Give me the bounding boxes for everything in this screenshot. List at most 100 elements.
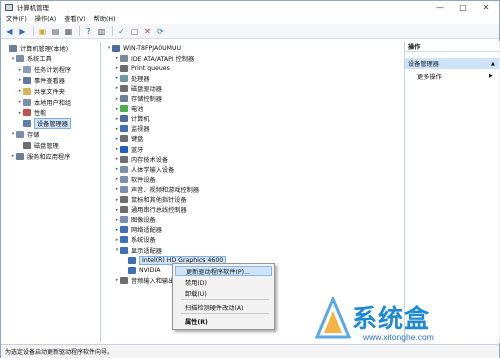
device-tree-label: 内存技术设备 [131, 156, 169, 164]
device-tree-label: 通用串行总线控制器 [131, 207, 187, 215]
device-icon [120, 185, 128, 193]
device-icon [23, 109, 31, 117]
nav-tree-item[interactable]: ▸ 本地用户和组 [17, 97, 71, 107]
device-icon [128, 256, 136, 264]
nav-tree-item[interactable]: ▾ 系统工具 [10, 54, 52, 64]
nav-tree-label: 磁盘管理 [34, 142, 59, 150]
restore-button[interactable]: □ [452, 1, 474, 13]
device-icon [120, 115, 128, 123]
computer-management-icon [5, 3, 13, 11]
device-tree-label: 磁盘驱动器 [131, 85, 162, 93]
nav-tree-item[interactable]: ▸ 性能 [17, 108, 46, 118]
device-tree-item[interactable]: ▸ 内存技术设备 [114, 154, 168, 164]
scan-hardware-icon[interactable]: ⟳ [155, 26, 166, 37]
device-icon [112, 44, 120, 52]
back-arrow-icon[interactable]: ◀ [4, 26, 15, 37]
forward-arrow-icon[interactable]: ▶ [17, 26, 28, 37]
menu-separator [181, 313, 269, 314]
nav-tree-item[interactable]: ▸ 共享文件夹 [17, 86, 65, 96]
computer-management-window: 计算机管理 — □ ✕ 文件(F) 操作(A) 查看(V) 帮助(H) ◀ ▶ … [0, 0, 500, 358]
device-icon [120, 105, 128, 113]
nav-tree-label: 任务计划程序 [34, 67, 72, 75]
device-tree-label: 软件设备 [131, 176, 156, 184]
menu-action[interactable]: 操作(A) [35, 14, 56, 23]
device-tree-item[interactable]: ▸ 计算机 [114, 114, 150, 124]
device-tree-item[interactable]: ▸ 电池 [114, 104, 143, 114]
nav-tree-item[interactable]: 设备管理器 [17, 118, 71, 130]
device-tree-label: 键盘 [131, 136, 144, 144]
nav-tree-item[interactable]: ▸ 服务和应用程序 [10, 151, 70, 161]
nav-tree-item[interactable]: 计算机管理(本地) [3, 43, 68, 53]
device-tree-label: 显示适配器 [131, 247, 162, 255]
device-tree-item[interactable]: ▸ 声音、视频和游戏控制器 [114, 184, 199, 194]
update-driver-icon[interactable]: ✓ [116, 26, 127, 37]
watermark: 系统盒 www.xitonghe.com [315, 297, 500, 347]
nav-tree-label: 服务和应用程序 [27, 153, 71, 161]
device-tree-item[interactable]: ▸ 图像设备 [114, 215, 156, 225]
device-tree-item[interactable]: ▸ 通用串行总线控制器 [114, 205, 187, 215]
actions-device-manager[interactable]: 设备管理器 ▲ [405, 58, 499, 69]
device-tree-label: 声音、视频和游戏控制器 [131, 186, 200, 194]
device-icon [23, 76, 31, 84]
up-folder-icon[interactable]: ▣ [37, 26, 48, 37]
context-menu: 更新驱动程序软件(P)... 禁用(D) 卸载(U) 扫描检测硬件改动(A) 属性(R) [172, 263, 275, 330]
device-tree-item[interactable]: ▸ 存储控制器 [114, 94, 162, 104]
console-tree-pane: 计算机管理(本地) ▾ 系统工具 ▸ 任务计划程序 ▸ 事件查看器 ▸ 共享文件夹 ▸ 本地用户和组… [1, 41, 101, 343]
console-view-icon[interactable]: ▥ [96, 26, 107, 37]
update-driver-menuitem[interactable]: 更新驱动程序软件(P)... [175, 266, 272, 276]
device-icon [120, 64, 128, 72]
menu-file[interactable]: 文件(F) [6, 14, 27, 23]
properties-icon[interactable]: ▦ [63, 26, 74, 37]
device-tree-item[interactable]: ▸ 处理器 [114, 73, 150, 83]
nav-tree-label: 计算机管理(本地) [20, 45, 69, 53]
device-tree-label: 网络适配器 [131, 227, 162, 235]
device-tree-item[interactable]: ▸ 蓝牙 [114, 144, 143, 154]
menu-view[interactable]: 查看(V) [64, 14, 85, 23]
menu-separator [181, 299, 269, 300]
menu-help[interactable]: 帮助(H) [94, 14, 116, 23]
nav-tree-item[interactable]: ▸ 任务计划程序 [17, 65, 71, 75]
close-button[interactable]: ✕ [475, 1, 497, 13]
device-tree-item[interactable]: ▸ 软件设备 [114, 174, 156, 184]
nav-tree-label: 共享文件夹 [34, 88, 65, 96]
title-bar: 计算机管理 — □ ✕ [1, 1, 499, 13]
device-icon [128, 266, 136, 274]
show-hide-tree-icon[interactable]: ▤ [50, 26, 61, 37]
scan-hardware-menuitem[interactable]: 扫描检测硬件改动(A) [175, 302, 272, 312]
device-tree-item[interactable]: ▸ 鼠标和其他指针设备 [114, 195, 187, 205]
device-icon [23, 87, 31, 95]
nav-tree-item[interactable]: ▸ 事件查看器 [17, 75, 65, 85]
uninstall-menuitem[interactable]: 卸载(U) [175, 288, 272, 298]
device-tree-item[interactable]: ▸ Print queues [114, 63, 170, 73]
uninstall-device-icon[interactable]: ✕ [142, 26, 153, 37]
device-tree-item[interactable]: ▾ WIN-T8FPJA0UMUU [106, 43, 181, 53]
device-tree-item[interactable]: ▾ 显示适配器 [114, 245, 162, 255]
device-tree-item[interactable]: ▸ 监视器 [114, 124, 150, 134]
device-tree-label: 监视器 [131, 126, 150, 134]
disable-menuitem[interactable]: 禁用(D) [175, 277, 272, 287]
nav-tree-item[interactable]: 磁盘管理 [17, 140, 59, 150]
device-tree-label: WIN-T8FPJA0UMUU [123, 44, 182, 52]
device-tree-item[interactable]: ▸ IDE ATA/ATAPI 控制器 [114, 53, 194, 63]
more-actions[interactable]: 更多操作 ▶ [417, 71, 493, 81]
device-icon [23, 98, 31, 106]
toolbar: ◀ ▶ ▣ ▤ ▦ ? ▥ ✓ ▢ ✕ ⟳ [1, 24, 499, 39]
device-tree-item[interactable]: ▸ 键盘 [114, 134, 143, 144]
device-tree-label: 电池 [131, 106, 144, 114]
properties-menuitem[interactable]: 属性(R) [175, 316, 272, 326]
device-tree-label: 鼠标和其他指针设备 [131, 197, 187, 204]
device-tree-item[interactable]: ▸ 人体学输入设备 [114, 164, 174, 174]
device-tree-item[interactable]: ▸ 网络适配器 [114, 225, 162, 235]
device-tree-item[interactable]: ▸ 磁盘驱动器 [114, 83, 162, 93]
collapse-up-icon[interactable]: ▲ [491, 61, 495, 67]
help-icon[interactable]: ? [83, 26, 94, 37]
device-tree-item[interactable]: ▸ 音频输入和输出 [114, 275, 174, 285]
device-tree-label: 人体学输入设备 [131, 166, 175, 174]
device-tree-item[interactable]: NVIDIA [122, 265, 161, 275]
device-icon [120, 155, 128, 163]
disable-device-icon[interactable]: ▢ [129, 26, 140, 37]
nav-tree-item[interactable]: ▾ 存储 [10, 129, 39, 139]
device-tree-item[interactable]: ▸ 系统设备 [114, 235, 156, 245]
minimize-button[interactable]: — [429, 1, 451, 13]
device-icon [120, 236, 128, 244]
